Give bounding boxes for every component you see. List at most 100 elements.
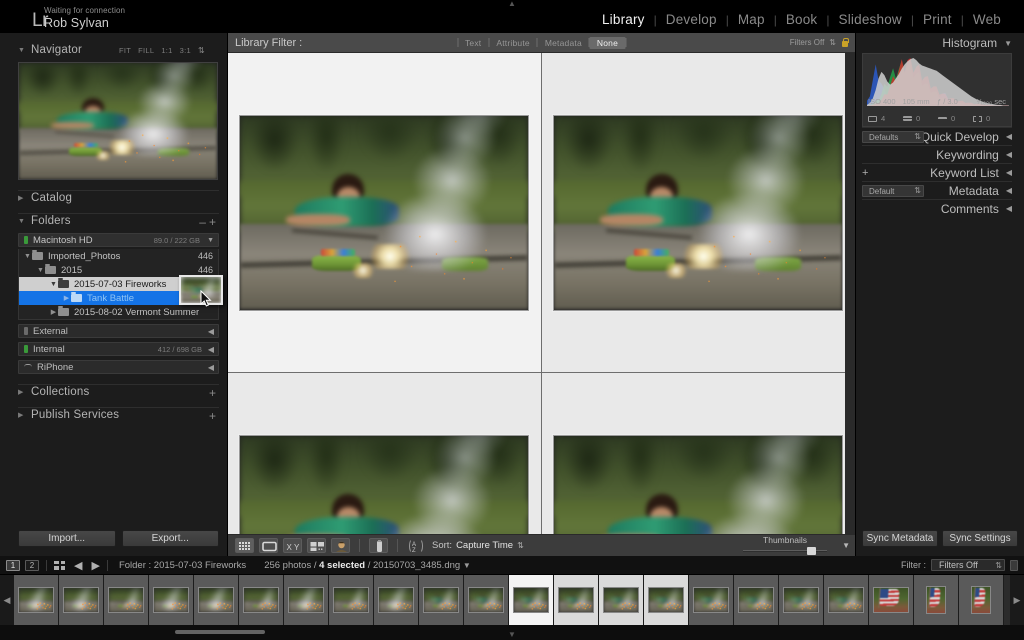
filmstrip-source-path[interactable]: Folder : 2015-07-03 Fireworks (119, 560, 246, 571)
module-web[interactable]: Web (964, 12, 1010, 27)
panel-header-comments[interactable]: Comments ◀ (862, 199, 1012, 217)
module-library[interactable]: Library (593, 12, 654, 27)
filter-option-metadata[interactable]: Metadata (538, 37, 589, 49)
module-slideshow[interactable]: Slideshow (830, 12, 911, 27)
histogram-chevron-down-icon[interactable]: ▼ (1004, 39, 1012, 48)
panel-chevron-icon[interactable]: ◀ (1006, 186, 1012, 195)
grid-cell[interactable] (228, 53, 542, 373)
filter-option-none[interactable]: None (589, 36, 626, 49)
filters-state-label[interactable]: Filters Off (790, 38, 825, 47)
grid-cell-thumbnail[interactable] (239, 114, 530, 311)
panel-header-metadata[interactable]: Default ⇅ Metadata ◀ (862, 181, 1012, 199)
volume-row-macintosh-hd[interactable]: Macintosh HD 89.0 / 222 GB ▼ (18, 233, 219, 247)
folders-header[interactable]: ▼ Folders –+ (18, 213, 219, 229)
filmstrip-scrollbar[interactable]: ▼ (0, 625, 1024, 640)
device-row-riphone[interactable]: RiPhone ◀ (18, 360, 219, 374)
filmstrip-thumbnail[interactable] (779, 575, 824, 625)
screen-mode-2-button[interactable]: 2 (25, 559, 39, 571)
external-collapse-icon[interactable]: ◀ (208, 327, 214, 336)
sort-control[interactable]: A Z Sort: Capture Time ⇅ (407, 539, 524, 553)
bottom-panel-handle[interactable]: ▼ (508, 630, 516, 639)
filmstrip-scrollbar-thumb[interactable] (175, 630, 265, 634)
add-publish-service-button[interactable]: + (209, 409, 219, 423)
sort-value[interactable]: Capture Time (456, 540, 513, 551)
toolbar-options-chevron-icon[interactable]: ▼ (842, 541, 850, 550)
zoom-3-1[interactable]: 3:1 (180, 46, 191, 55)
go-forward-button[interactable]: ▶ (91, 559, 99, 572)
panel-header-keyword-list[interactable]: + Keyword List ◀ (862, 163, 1012, 181)
panel-chevron-icon[interactable]: ◀ (1006, 132, 1012, 141)
filmstrip-scroll-right[interactable]: ▶ (1010, 575, 1024, 625)
internal-collapse-icon[interactable]: ◀ (208, 345, 214, 354)
filmstrip-thumbnail[interactable] (959, 575, 1004, 625)
slider-knob[interactable] (806, 547, 816, 555)
panel-chevron-icon[interactable]: ◀ (1006, 204, 1012, 213)
filmstrip-thumbnail[interactable] (689, 575, 734, 625)
painter-icon[interactable] (369, 538, 388, 553)
filmstrip-thumbnail[interactable] (59, 575, 104, 625)
identity-plate[interactable]: Waiting for connection Rob Sylvan (44, 6, 125, 30)
filmstrip-thumbnail[interactable] (824, 575, 869, 625)
folder-twisty-icon[interactable]: ▶ (62, 294, 71, 302)
filmstrip-scroll-left[interactable]: ◀ (0, 575, 14, 625)
folder-row[interactable]: ▶ 2015-08-02 Vermont Summer (19, 305, 218, 319)
add-folder-button[interactable]: + (209, 215, 219, 229)
compare-view-icon[interactable]: XY (283, 538, 302, 553)
grid-view-icon[interactable] (235, 538, 254, 553)
grid-cell-thumbnail[interactable] (552, 434, 843, 534)
module-map[interactable]: Map (729, 12, 774, 27)
navigator-preview[interactable] (18, 62, 218, 180)
module-develop[interactable]: Develop (657, 12, 726, 27)
filmstrip-thumbnail[interactable] (284, 575, 329, 625)
grid-icon[interactable] (54, 560, 65, 570)
filmstrip-thumbnail[interactable] (104, 575, 149, 625)
folder-twisty-icon[interactable]: ▶ (49, 308, 58, 316)
add-keyword-button[interactable]: + (862, 167, 868, 179)
zoom-1-1[interactable]: 1:1 (161, 46, 172, 55)
people-view-icon[interactable] (331, 538, 350, 553)
folder-twisty-icon[interactable]: ▼ (36, 267, 45, 274)
survey-view-icon[interactable] (307, 538, 326, 553)
filmstrip-thumbnail[interactable] (509, 575, 554, 625)
grid-scrollbar[interactable] (845, 53, 855, 534)
panel-chevron-icon[interactable]: ◀ (1006, 150, 1012, 159)
histogram-header[interactable]: Histogram ▼ (862, 33, 1012, 53)
grid-cell-thumbnail[interactable] (239, 434, 530, 534)
filmstrip-thumbnail[interactable] (644, 575, 689, 625)
grid-cell-thumbnail[interactable] (552, 114, 843, 311)
panel-preset-select[interactable]: Defaults ⇅ (862, 131, 924, 143)
folder-row[interactable]: ▼ Imported_Photos 446 (19, 249, 218, 263)
folders-add-remove[interactable]: –+ (199, 215, 219, 229)
filmstrip-thumbnail[interactable] (869, 575, 914, 625)
navigator-header[interactable]: ▼ Navigator FIT FILL 1:1 3:1 ⇅ (18, 42, 219, 58)
thumbnails-slider[interactable] (743, 547, 827, 555)
grid-cell[interactable] (541, 53, 855, 373)
sort-direction-icon[interactable]: ⇅ (517, 541, 524, 550)
publish-services-header[interactable]: ▶ Publish Services + (18, 407, 219, 423)
collections-header[interactable]: ▶ Collections + (18, 384, 219, 400)
lock-icon[interactable] (841, 37, 849, 48)
filmstrip-thumbnail[interactable] (374, 575, 419, 625)
add-collection-button[interactable]: + (209, 386, 219, 400)
filmstrip-thumbnail[interactable] (149, 575, 194, 625)
filter-option-attribute[interactable]: Attribute (489, 37, 536, 49)
filmstrip-thumbnail[interactable] (734, 575, 779, 625)
sync-metadata-button[interactable]: Sync Metadata (862, 530, 938, 547)
panel-header-keywording[interactable]: Keywording ◀ (862, 145, 1012, 163)
volume-chevron-down-icon[interactable]: ▼ (207, 237, 214, 244)
grid-cell[interactable] (228, 373, 542, 534)
filters-chevron-icon[interactable]: ⇅ (829, 38, 836, 47)
grid-cell[interactable] (541, 373, 855, 534)
loupe-view-icon[interactable] (259, 538, 278, 553)
folder-twisty-icon[interactable]: ▼ (23, 253, 32, 260)
module-print[interactable]: Print (914, 12, 961, 27)
module-book[interactable]: Book (777, 12, 827, 27)
filmstrip-thumbnail[interactable] (599, 575, 644, 625)
filmstrip-thumbnail[interactable] (14, 575, 59, 625)
filmstrip-thumbnail[interactable] (194, 575, 239, 625)
catalog-header[interactable]: ▶ Catalog (18, 190, 219, 205)
filter-select[interactable]: Filters Off ⇅ (931, 559, 1005, 571)
panel-header-quick-develop[interactable]: Defaults ⇅ Quick Develop ◀ (862, 127, 1012, 145)
filter-option-text[interactable]: Text (458, 37, 488, 49)
zoom-fill[interactable]: FILL (138, 46, 154, 55)
